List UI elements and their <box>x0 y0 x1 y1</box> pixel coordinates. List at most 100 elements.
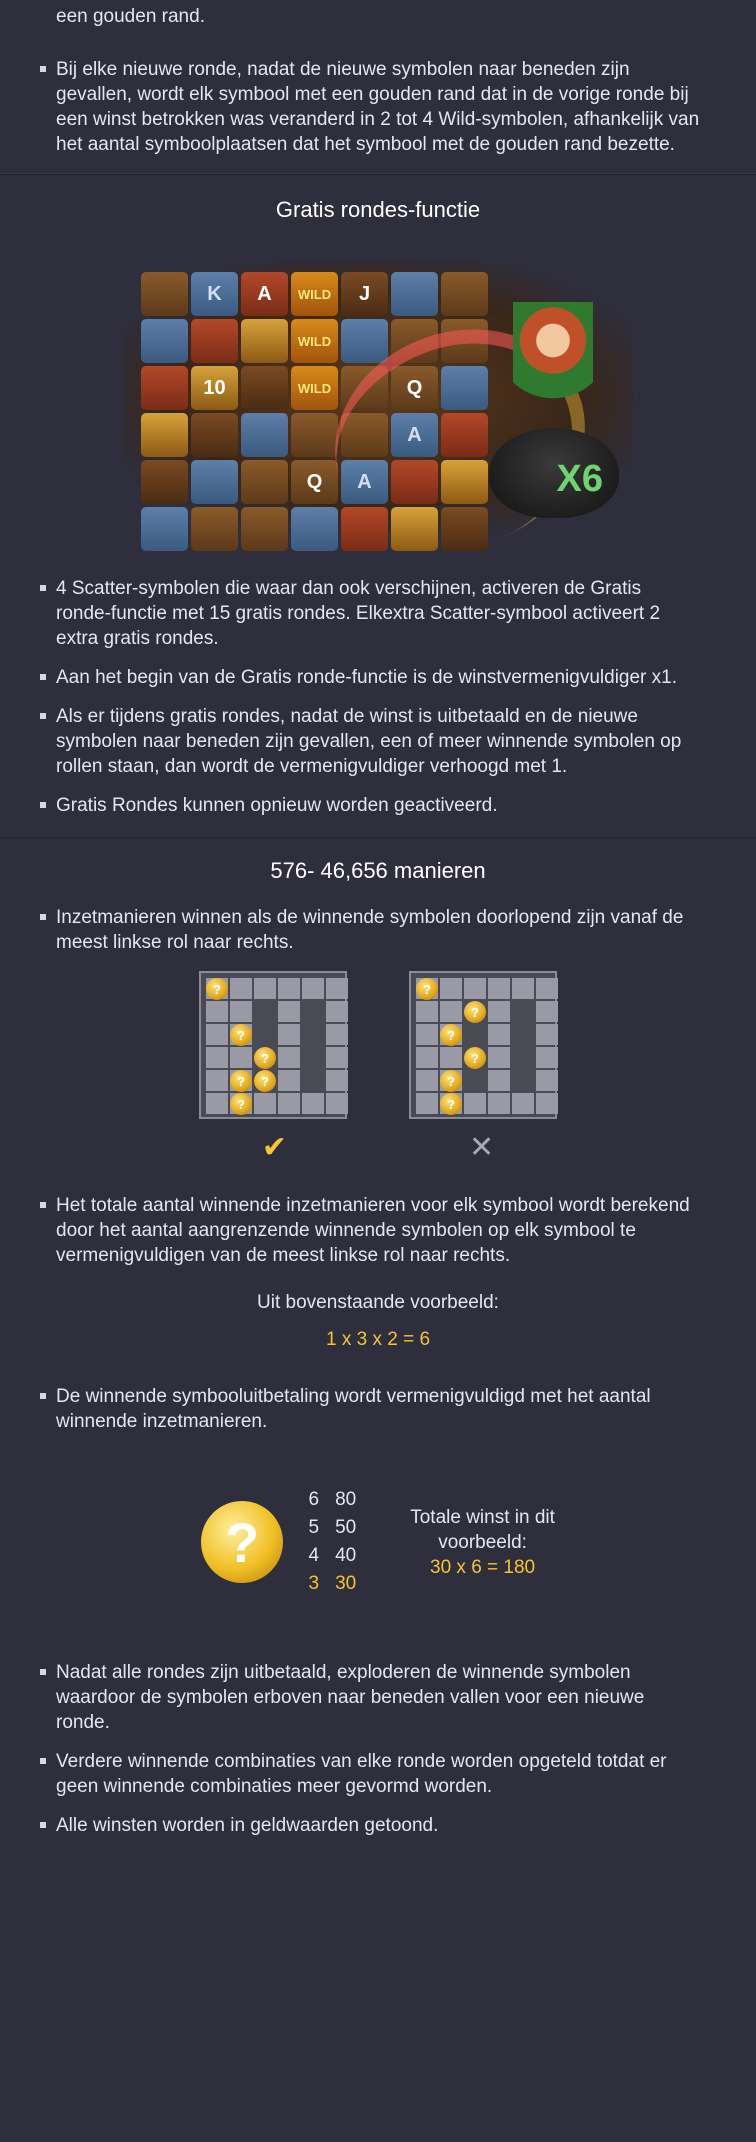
wild-bullets: Bij elke nieuwe ronde, nadat de nieuwe s… <box>0 57 756 157</box>
list-item: Nadat alle rondes zijn uitbetaald, explo… <box>40 1660 700 1735</box>
reel-symbol: A <box>241 272 288 316</box>
list-item: Verdere winnende combinaties van elke ro… <box>40 1749 700 1799</box>
cross-icon: ✕ <box>469 1131 495 1164</box>
reel-symbol <box>341 319 388 363</box>
grid-cell <box>416 1024 438 1045</box>
reel-symbol: J <box>341 272 388 316</box>
grid-cell <box>278 1070 300 1091</box>
grid-cell <box>536 1024 558 1045</box>
pay-count: 3 <box>308 1573 320 1594</box>
grid-cell <box>464 1093 486 1114</box>
scatter-coin-icon: ? <box>254 1047 276 1069</box>
total-label: voorbeeld: <box>438 1531 527 1553</box>
grid-cell <box>416 1070 438 1091</box>
list-item: 4 Scatter-symbolen die waar dan ook vers… <box>40 576 700 651</box>
reel-symbol: WILD <box>291 366 338 410</box>
pay-count: 4 <box>308 1545 320 1566</box>
reel-symbol <box>141 413 188 457</box>
pay-count: 6 <box>308 1489 320 1510</box>
scatter-coin-icon: ? <box>230 1093 252 1115</box>
grid-cell <box>254 978 276 999</box>
list-item: Als er tijdens gratis rondes, nadat de w… <box>40 704 700 779</box>
grid-cell <box>326 1070 348 1091</box>
grid-cell <box>230 1047 252 1068</box>
scatter-coin-icon: ? <box>206 978 228 1000</box>
ways-bullets-4: Nadat alle rondes zijn uitbetaald, explo… <box>0 1660 756 1838</box>
reel-symbol <box>191 413 238 457</box>
paytable: 6 80 5 50 4 40 3 30 <box>307 1486 357 1598</box>
grid-cell <box>206 1001 228 1022</box>
scatter-coin-icon: ? <box>254 1070 276 1092</box>
partial-text-line: een gouden rand. <box>56 6 205 27</box>
grid-cell <box>440 978 462 999</box>
grid-cell <box>512 978 534 999</box>
grid-cell <box>206 1070 228 1091</box>
grid-cell <box>206 1024 228 1045</box>
scatter-coin-icon: ? <box>201 1501 284 1583</box>
check-icon: ✔ <box>261 1131 287 1164</box>
ways-example-valid: ?????? <box>199 971 348 1119</box>
grid-cell <box>254 1093 276 1114</box>
pay-value: 80 <box>335 1489 357 1510</box>
grid-cell <box>536 978 558 999</box>
scatter-coin-icon: ? <box>230 1070 252 1092</box>
grid-cell <box>326 1024 348 1045</box>
grid-cell <box>536 1001 558 1022</box>
grid-cell <box>230 1001 252 1022</box>
total-label: Totale winst in dit <box>410 1506 555 1528</box>
section-title: 576- 46,656 manieren <box>270 858 486 883</box>
paytable-example: ? 6 80 5 50 4 40 3 30 Totale winst in dit vo… <box>0 1486 756 1598</box>
free-spins-reel-image: K A WILD J WILD 10 WILD Q A Q A X6 <box>123 262 633 583</box>
grid-cell <box>278 1024 300 1045</box>
grid-cell <box>416 1047 438 1068</box>
section-title: Gratis rondes-functie <box>275 197 481 222</box>
reel-symbol <box>141 272 188 316</box>
paytable-row: 6 80 <box>307 1486 357 1514</box>
grid-cell <box>536 1070 558 1091</box>
list-item: De winnende symbooluitbetaling wordt ver… <box>40 1384 700 1434</box>
grid-cell <box>488 1047 510 1068</box>
list-item: Alle winsten worden in geldwaarden getoo… <box>40 1813 700 1838</box>
grid-cell <box>302 978 324 999</box>
grid-cell <box>536 1093 558 1114</box>
pay-value: 40 <box>335 1545 357 1566</box>
grid-cell <box>326 1001 348 1022</box>
reel-symbol <box>241 319 288 363</box>
grid-cell <box>206 1093 228 1114</box>
reel-symbol <box>291 413 338 457</box>
total-win-example: Totale winst in dit voorbeeld: 30 x 6 = … <box>410 1505 555 1580</box>
grid-cell <box>326 978 348 999</box>
scatter-coin-icon: ? <box>440 1093 462 1115</box>
reel-symbol: WILD <box>291 272 338 316</box>
grid-cell <box>416 1001 438 1022</box>
grid-cell <box>488 1093 510 1114</box>
grid-cell <box>488 1024 510 1045</box>
grid-cell <box>278 1047 300 1068</box>
reel-symbol: K <box>191 272 238 316</box>
reel-symbol <box>241 413 288 457</box>
grid-cell <box>302 1093 324 1114</box>
total-formula: 30 x 6 = 180 <box>430 1556 536 1578</box>
free-spins-bullets: 4 Scatter-symbolen die waar dan ook vers… <box>0 576 756 818</box>
scatter-coin-icon: ? <box>440 1024 462 1046</box>
list-item: Gratis Rondes kunnen opnieuw worden geac… <box>40 793 700 818</box>
paytable-row: 4 40 <box>307 1542 357 1570</box>
pay-value: 30 <box>335 1573 357 1594</box>
grid-cell <box>278 1001 300 1022</box>
reel-symbol <box>191 319 238 363</box>
pay-count: 5 <box>308 1517 320 1538</box>
paytable-row: 5 50 <box>307 1514 357 1542</box>
grid-cell <box>416 1093 438 1114</box>
free-spins-section: Gratis rondes-functie K A WILD J WILD 10 WILD Q… <box>0 175 756 818</box>
scatter-coin-icon: ? <box>464 1001 486 1023</box>
grid-cell <box>488 1070 510 1091</box>
grid-cell <box>536 1047 558 1068</box>
grid-cell <box>326 1093 348 1114</box>
scatter-coin-icon: ? <box>416 978 438 1000</box>
grid-cell <box>230 978 252 999</box>
ways-examples: ?????? ?????? <box>0 971 756 1119</box>
ways-bullets-2: Het totale aantal winnende inzetmanieren… <box>0 1193 756 1268</box>
example-label: Uit bovenstaande voorbeeld: <box>257 1292 499 1313</box>
list-item: Aan het begin van de Gratis ronde-functi… <box>40 665 700 690</box>
grid-cell <box>278 978 300 999</box>
